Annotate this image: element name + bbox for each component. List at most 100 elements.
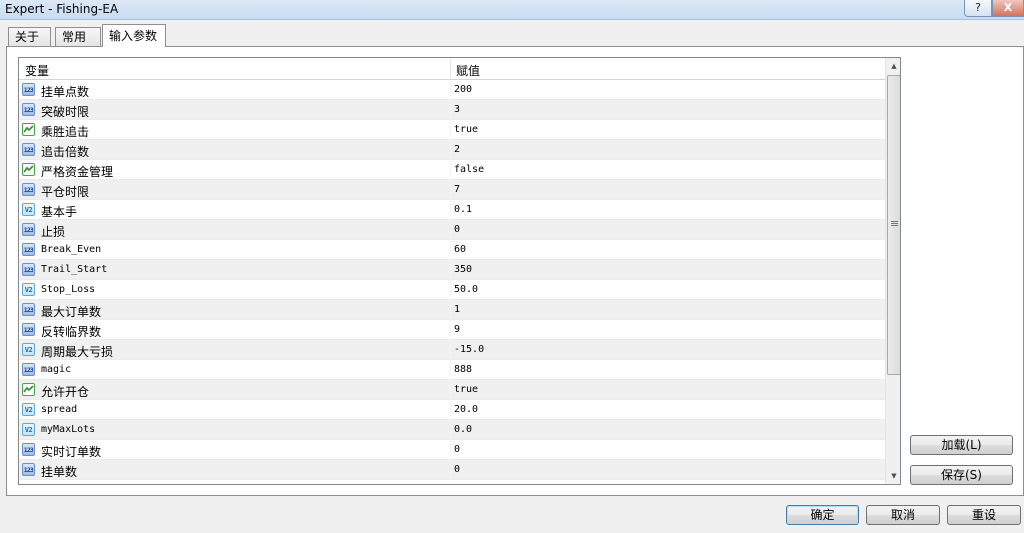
parameter-value[interactable]: 0.1 bbox=[454, 204, 472, 215]
parameter-value[interactable]: 888 bbox=[454, 364, 472, 375]
table-row[interactable]: 123 实时订单数 0 bbox=[19, 440, 885, 460]
parameter-name: 追击倍数 bbox=[41, 145, 90, 159]
parameter-name: 实时订单数 bbox=[41, 445, 102, 459]
parameter-value[interactable]: 50.0 bbox=[454, 284, 478, 295]
parameter-name: Stop_Loss bbox=[41, 284, 96, 295]
table-row[interactable]: 123 挂单点数 200 bbox=[19, 80, 885, 100]
table-row[interactable]: 123 挂单数 0 bbox=[19, 460, 885, 480]
parameter-name: 平仓时限 bbox=[41, 185, 90, 199]
int-icon: 123 bbox=[22, 323, 35, 336]
parameter-value[interactable]: true bbox=[454, 124, 478, 135]
parameter-value[interactable]: 9 bbox=[454, 324, 460, 335]
table-row[interactable]: 123 追击倍数 2 bbox=[19, 140, 885, 160]
table-row[interactable]: 严格资金管理 false bbox=[19, 160, 885, 180]
int-icon: 123 bbox=[22, 443, 35, 456]
parameter-name: spread bbox=[41, 404, 78, 415]
tab-common[interactable]: 常用 bbox=[55, 27, 101, 46]
parameters-grid[interactable]: 变量 赋值 123 挂单点数 200 123 突破时限 3 乘胜追击 true 123 追击倍数 2… bbox=[18, 57, 901, 485]
int-icon: 123 bbox=[22, 183, 35, 196]
parameter-value[interactable]: 350 bbox=[454, 264, 472, 275]
parameter-name: 严格资金管理 bbox=[41, 165, 114, 179]
grid-rows: 123 挂单点数 200 123 突破时限 3 乘胜追击 true 123 追击倍数 2 严格资金管理… bbox=[19, 80, 885, 480]
parameter-value[interactable]: 60 bbox=[454, 244, 466, 255]
double-icon: V2 bbox=[22, 203, 35, 216]
tab-about[interactable]: 关于 bbox=[8, 27, 51, 46]
table-row[interactable]: 123 平仓时限 7 bbox=[19, 180, 885, 200]
parameter-value[interactable]: 0 bbox=[454, 224, 460, 235]
parameter-name: 止损 bbox=[41, 225, 66, 239]
double-icon: V2 bbox=[22, 403, 35, 416]
table-row[interactable]: 123 Break_Even 60 bbox=[19, 240, 885, 260]
scroll-down-icon[interactable]: ▼ bbox=[886, 468, 900, 484]
parameter-name: 突破时限 bbox=[41, 105, 90, 119]
table-row[interactable]: V2 Stop_Loss 50.0 bbox=[19, 280, 885, 300]
cancel-button[interactable]: 取消 bbox=[866, 505, 940, 525]
parameter-value[interactable]: false bbox=[454, 164, 484, 175]
table-row[interactable]: 乘胜追击 true bbox=[19, 120, 885, 140]
table-row[interactable]: 123 magic 888 bbox=[19, 360, 885, 380]
double-icon: V2 bbox=[22, 283, 35, 296]
table-row[interactable]: 123 突破时限 3 bbox=[19, 100, 885, 120]
parameter-value[interactable]: 0 bbox=[454, 464, 460, 475]
table-row[interactable]: V2 spread 20.0 bbox=[19, 400, 885, 420]
int-icon: 123 bbox=[22, 143, 35, 156]
parameter-value[interactable]: 0.0 bbox=[454, 424, 472, 435]
window-title: Expert - Fishing-EA bbox=[5, 2, 119, 16]
parameter-value[interactable]: 3 bbox=[454, 104, 460, 115]
int-icon: 123 bbox=[22, 303, 35, 316]
bool-icon bbox=[22, 163, 35, 176]
title-bar[interactable]: Expert - Fishing-EA ? X bbox=[0, 0, 1024, 20]
reset-button[interactable]: 重设 bbox=[947, 505, 1021, 525]
table-row[interactable]: 允许开仓 true bbox=[19, 380, 885, 400]
column-header-value[interactable]: 赋值 bbox=[456, 62, 480, 79]
parameter-value[interactable]: 7 bbox=[454, 184, 460, 195]
parameter-value[interactable]: 200 bbox=[454, 84, 472, 95]
table-row[interactable]: V2 基本手 0.1 bbox=[19, 200, 885, 220]
vertical-scrollbar[interactable]: ▲ ▼ bbox=[885, 58, 900, 484]
scroll-thumb[interactable] bbox=[887, 75, 900, 375]
table-row[interactable]: V2 myMaxLots 0.0 bbox=[19, 420, 885, 440]
table-row[interactable]: 123 反转临界数 9 bbox=[19, 320, 885, 340]
load-button[interactable]: 加载(L) bbox=[910, 435, 1013, 455]
parameter-name: Break_Even bbox=[41, 244, 102, 255]
table-row[interactable]: 123 最大订单数 1 bbox=[19, 300, 885, 320]
help-button[interactable]: ? bbox=[964, 0, 992, 17]
close-button[interactable]: X bbox=[992, 0, 1024, 17]
save-button[interactable]: 保存(S) bbox=[910, 465, 1013, 485]
parameter-value[interactable]: -15.0 bbox=[454, 344, 484, 355]
bool-icon bbox=[22, 383, 35, 396]
scroll-up-icon[interactable]: ▲ bbox=[886, 58, 900, 74]
parameter-name: 反转临界数 bbox=[41, 325, 102, 339]
parameter-value[interactable]: true bbox=[454, 384, 478, 395]
parameter-value[interactable]: 2 bbox=[454, 144, 460, 155]
int-icon: 123 bbox=[22, 263, 35, 276]
int-icon: 123 bbox=[22, 83, 35, 96]
int-icon: 123 bbox=[22, 243, 35, 256]
grip-icon bbox=[891, 221, 898, 226]
bool-icon bbox=[22, 123, 35, 136]
tab-inputs[interactable]: 输入参数 bbox=[102, 24, 166, 47]
table-row[interactable]: V2 周期最大亏损 -15.0 bbox=[19, 340, 885, 360]
table-row[interactable]: 123 止损 0 bbox=[19, 220, 885, 240]
parameter-name: 周期最大亏损 bbox=[41, 345, 114, 359]
parameter-name: 挂单数 bbox=[41, 465, 78, 479]
parameter-name: 允许开仓 bbox=[41, 385, 90, 399]
parameter-name: Trail_Start bbox=[41, 264, 108, 275]
int-icon: 123 bbox=[22, 103, 35, 116]
column-header-variable[interactable]: 变量 bbox=[25, 62, 49, 79]
parameter-name: 基本手 bbox=[41, 205, 78, 219]
table-row[interactable]: 123 Trail_Start 350 bbox=[19, 260, 885, 280]
parameter-name: magic bbox=[41, 364, 72, 375]
parameter-value[interactable]: 20.0 bbox=[454, 404, 478, 415]
double-icon: V2 bbox=[22, 343, 35, 356]
parameter-name: 挂单点数 bbox=[41, 85, 90, 99]
ok-button[interactable]: 确定 bbox=[786, 505, 859, 525]
parameter-name: myMaxLots bbox=[41, 424, 96, 435]
int-icon: 123 bbox=[22, 463, 35, 476]
parameter-value[interactable]: 0 bbox=[454, 444, 460, 455]
parameter-name: 最大订单数 bbox=[41, 305, 102, 319]
int-icon: 123 bbox=[22, 223, 35, 236]
parameter-value[interactable]: 1 bbox=[454, 304, 460, 315]
parameter-name: 乘胜追击 bbox=[41, 125, 90, 139]
double-icon: V2 bbox=[22, 423, 35, 436]
